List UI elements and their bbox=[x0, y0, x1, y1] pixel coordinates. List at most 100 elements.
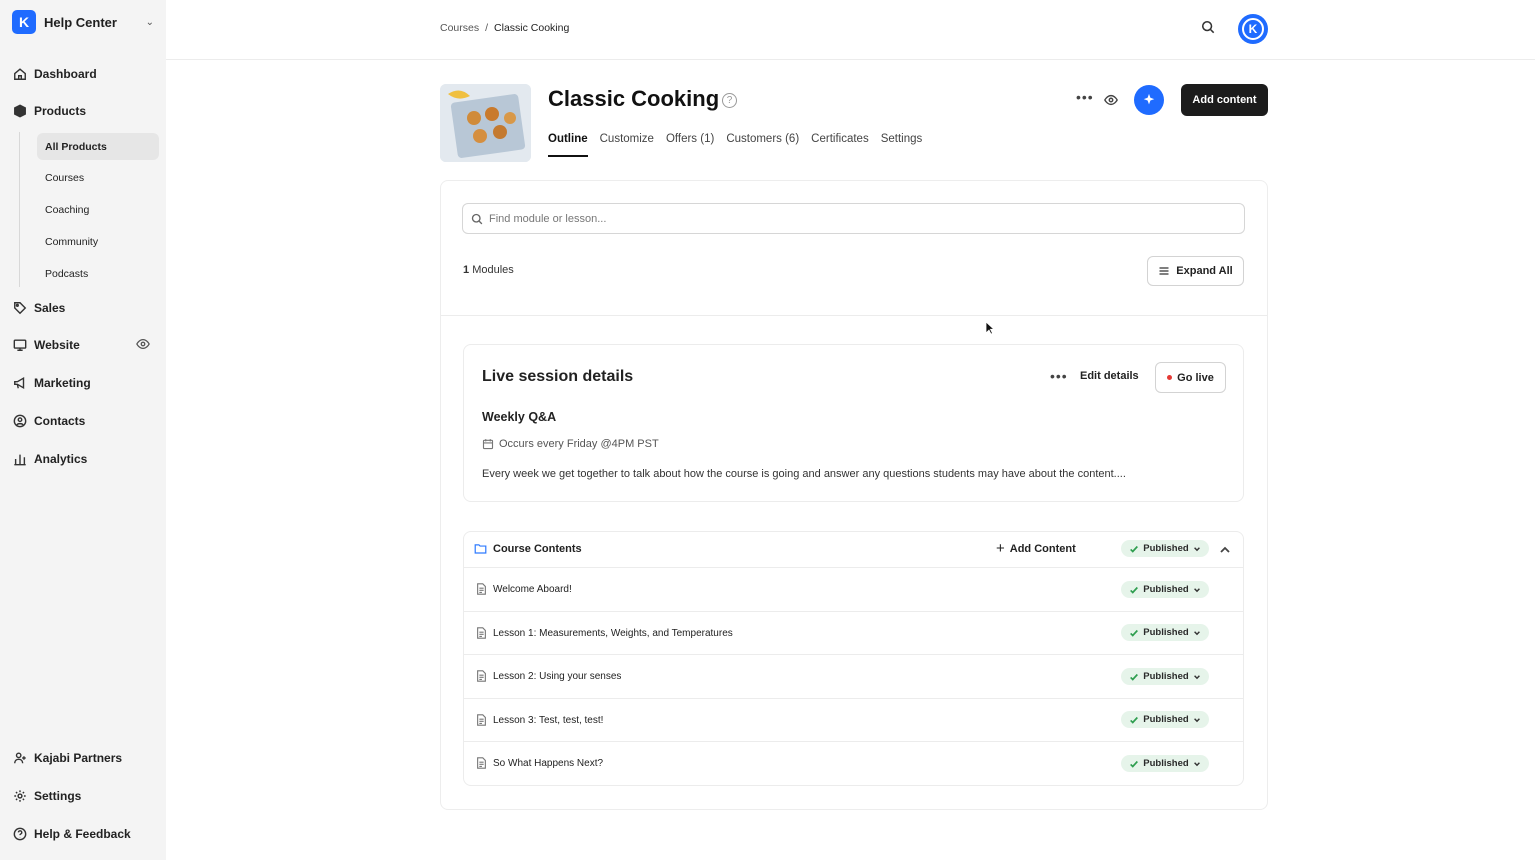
collapse-chevron-up-icon[interactable] bbox=[1219, 543, 1233, 555]
nav-label: Marketing bbox=[34, 376, 91, 390]
chevron-down-icon bbox=[1193, 587, 1200, 592]
lesson-status-badge[interactable]: Published bbox=[1121, 668, 1209, 685]
tab-customize[interactable]: Customize bbox=[600, 133, 654, 157]
status-label: Published bbox=[1143, 543, 1189, 554]
megaphone-icon bbox=[12, 375, 28, 391]
check-icon bbox=[1130, 760, 1139, 768]
sparkle-icon bbox=[1143, 93, 1155, 105]
subnav-community[interactable]: Community bbox=[37, 228, 159, 255]
session-schedule: Occurs every Friday @4PM PST bbox=[482, 438, 659, 450]
product-thumbnail bbox=[440, 84, 531, 162]
lesson-title-text: Lesson 2: Using your senses bbox=[493, 670, 622, 682]
subnav-coaching[interactable]: Coaching bbox=[37, 196, 159, 223]
ai-assistant-button[interactable] bbox=[1134, 85, 1164, 115]
nav-contacts[interactable]: Contacts bbox=[12, 410, 154, 432]
lesson-status-badge[interactable]: Published bbox=[1121, 581, 1209, 598]
lesson-title[interactable]: So What Happens Next? bbox=[476, 757, 603, 769]
chevron-down-icon bbox=[1193, 674, 1200, 679]
nav-label: Help & Feedback bbox=[34, 827, 131, 841]
gear-icon bbox=[12, 788, 28, 804]
find-module-input[interactable] bbox=[489, 212, 1244, 225]
session-name: Weekly Q&A bbox=[482, 410, 557, 424]
check-icon bbox=[1130, 629, 1139, 637]
status-label: Published bbox=[1143, 627, 1189, 638]
session-schedule-text: Occurs every Friday @4PM PST bbox=[499, 438, 659, 450]
nav-label: Settings bbox=[34, 789, 82, 803]
search-icon[interactable] bbox=[1201, 20, 1219, 38]
breadcrumb-current: Classic Cooking bbox=[494, 22, 570, 34]
nav-analytics[interactable]: Analytics bbox=[12, 448, 154, 470]
nav-products[interactable]: Products bbox=[12, 100, 154, 122]
edit-details-button[interactable]: Edit details bbox=[1080, 370, 1139, 382]
lesson-title[interactable]: Lesson 2: Using your senses bbox=[476, 670, 621, 682]
more-options-icon[interactable]: ••• bbox=[1076, 89, 1094, 105]
expand-all-button[interactable]: Expand All bbox=[1147, 256, 1244, 286]
nav-website[interactable]: Website bbox=[12, 334, 154, 356]
check-icon bbox=[1130, 673, 1139, 681]
nav-marketing[interactable]: Marketing bbox=[12, 372, 154, 394]
tag-icon bbox=[12, 300, 28, 316]
find-module-search[interactable] bbox=[462, 203, 1245, 234]
tab-settings[interactable]: Settings bbox=[881, 133, 923, 157]
live-session-more-icon[interactable]: ••• bbox=[1050, 368, 1068, 384]
lesson-status-badge[interactable]: Published bbox=[1121, 624, 1209, 641]
modules-count: 1 Modules bbox=[463, 264, 514, 276]
live-session-title: Live session details bbox=[482, 368, 634, 385]
go-live-label: Go live bbox=[1177, 371, 1214, 384]
chevron-down-icon bbox=[1193, 761, 1200, 766]
document-icon bbox=[477, 757, 486, 769]
nav-settings[interactable]: Settings bbox=[12, 785, 154, 807]
lesson-status-badge[interactable]: Published bbox=[1121, 755, 1209, 772]
go-live-button[interactable]: Go live bbox=[1155, 362, 1226, 393]
user-plus-icon bbox=[12, 750, 28, 766]
tab-certificates[interactable]: Certificates bbox=[811, 133, 869, 157]
tab-customers[interactable]: Customers (6) bbox=[726, 133, 799, 157]
subnav-courses[interactable]: Courses bbox=[37, 164, 159, 191]
site-name: Help Center bbox=[44, 14, 117, 30]
lesson-title[interactable]: Lesson 3: Test, test, test! bbox=[476, 714, 603, 726]
list-icon bbox=[1159, 267, 1169, 275]
box-icon bbox=[12, 103, 28, 119]
subnav-all-products[interactable]: All Products bbox=[37, 133, 159, 160]
mouse-pointer-icon bbox=[985, 321, 995, 335]
preview-eye-icon[interactable] bbox=[1104, 93, 1120, 107]
site-switcher[interactable]: K Help Center ⌄ bbox=[12, 10, 154, 34]
page-title: Classic Cooking bbox=[548, 86, 720, 111]
status-label: Published bbox=[1143, 758, 1189, 769]
lesson-title-text: Welcome Aboard! bbox=[493, 583, 572, 595]
calendar-icon bbox=[482, 439, 494, 450]
add-content-link[interactable]: + Add Content bbox=[996, 541, 1076, 556]
lesson-title-text: Lesson 3: Test, test, test! bbox=[493, 714, 604, 726]
tab-outline[interactable]: Outline bbox=[548, 133, 588, 157]
top-bar: Courses / Classic Cooking K bbox=[166, 0, 1535, 60]
nav-help-feedback[interactable]: Help & Feedback bbox=[12, 823, 154, 845]
live-dot-icon bbox=[1167, 375, 1173, 380]
nav-sales[interactable]: Sales bbox=[12, 297, 154, 319]
breadcrumb-courses[interactable]: Courses bbox=[440, 22, 479, 34]
course-contents-header[interactable]: Course Contents bbox=[474, 542, 582, 555]
lesson-status-badge[interactable]: Published bbox=[1121, 711, 1209, 728]
avatar[interactable]: K bbox=[1238, 14, 1268, 44]
breadcrumb-separator: / bbox=[485, 22, 489, 34]
chevron-down-icon bbox=[1193, 546, 1200, 551]
check-icon bbox=[1130, 716, 1139, 724]
kajabi-logo-icon: K bbox=[12, 10, 36, 34]
check-icon bbox=[1130, 545, 1139, 553]
tab-offers[interactable]: Offers (1) bbox=[666, 133, 714, 157]
add-content-link-label: Add Content bbox=[1009, 542, 1076, 555]
subnav-podcasts[interactable]: Podcasts bbox=[37, 260, 159, 287]
plus-icon: + bbox=[996, 540, 1005, 557]
check-icon bbox=[1130, 586, 1139, 594]
bar-chart-icon bbox=[12, 451, 28, 467]
section-divider bbox=[441, 315, 1267, 316]
help-icon[interactable]: ? bbox=[722, 93, 737, 108]
contact-icon bbox=[12, 413, 28, 429]
eye-icon[interactable] bbox=[136, 337, 150, 354]
module-status-badge[interactable]: Published bbox=[1121, 540, 1209, 557]
add-content-button[interactable]: Add content bbox=[1181, 84, 1268, 116]
nav-kajabi-partners[interactable]: Kajabi Partners bbox=[12, 747, 154, 769]
nav-dashboard[interactable]: Dashboard bbox=[12, 63, 154, 85]
status-label: Published bbox=[1143, 584, 1189, 595]
lesson-title[interactable]: Welcome Aboard! bbox=[476, 583, 572, 595]
lesson-title[interactable]: Lesson 1: Measurements, Weights, and Tem… bbox=[476, 627, 733, 639]
